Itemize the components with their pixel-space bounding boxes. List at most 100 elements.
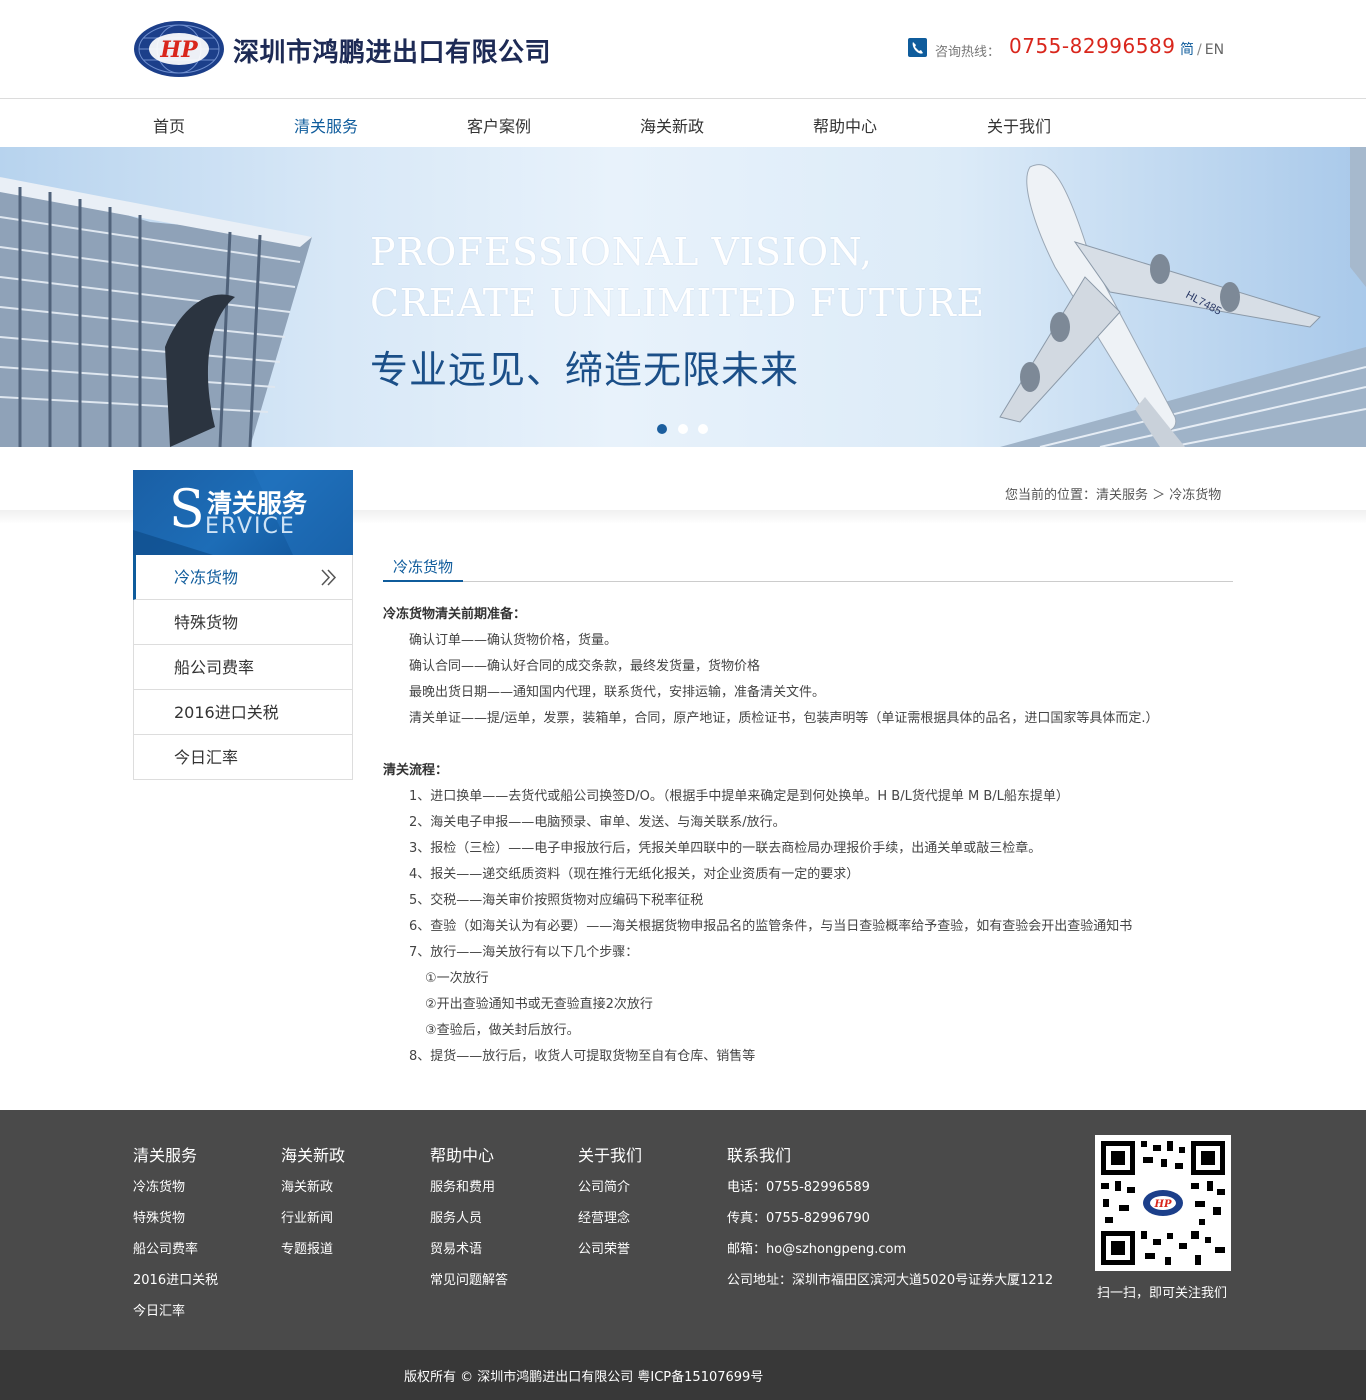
section-heading: 清关流程： (383, 763, 449, 778)
article-line: 清关单证——提/运单，发票，装箱单，合同，原产地证，质检证书，包装声明等（单证需… (409, 711, 1159, 726)
footer-link[interactable]: 冷冻货物 (133, 1176, 218, 1207)
footer-link[interactable]: 公司简介 (578, 1176, 642, 1207)
sidebar-item-special-goods[interactable]: 特殊货物 (134, 600, 352, 645)
footer-link[interactable]: 专题报道 (281, 1238, 345, 1269)
article-title: 冷冻货物 (383, 556, 464, 582)
article-line: 6、查验（如海关认为有必要）——海关根据货物申报品名的监管条件，与当日查验概率给… (409, 919, 1133, 934)
contact-email[interactable]: 邮箱：ho@szhongpeng.com (727, 1238, 1053, 1269)
qr-code-icon: HP (1095, 1135, 1231, 1271)
svg-text:HP: HP (1154, 1199, 1172, 1210)
sidebar-item-import-tariff[interactable]: 2016进口关税 (134, 690, 352, 735)
footer-link[interactable]: 服务和费用 (430, 1176, 508, 1207)
footer-column-title: 帮助中心 (430, 1146, 495, 1165)
article-line: 1、进口换单——去货代或船公司换签D/O。（根据手中提单来确定是到何处换单。H … (409, 789, 1069, 804)
globe-logo-icon: HP (134, 21, 224, 77)
section-heading: 冷冻货物清关前期准备： (383, 607, 527, 622)
lang-chinese-link[interactable]: 简 (1180, 42, 1194, 58)
footer-column-help-center: 帮助中心 服务和费用 服务人员 贸易术语 常见问题解答 (430, 1142, 508, 1300)
footer-column-title: 关于我们 (578, 1146, 643, 1165)
article-line: 确认合同——确认好合同的成交条款，最终发货量，货物价格 (409, 659, 761, 674)
article-line: 确认订单——确认货物价格，货量。 (409, 633, 618, 648)
article-line: 5、交税——海关审价按照货物对应编码下税率征税 (409, 893, 704, 908)
article-line: 4、报关——递交纸质资料（现在推行无纸化报关，对企业资质有一定的要求） (409, 867, 860, 882)
footer-column-customs-policy: 海关新政 海关新政 行业新闻 专题报道 (281, 1142, 345, 1269)
site-header: HP 深圳市鸿鹏进出口有限公司 咨询热线： 0755-82996589 简 / EN (0, 0, 1366, 99)
nav-about-us[interactable]: 关于我们 (987, 113, 1051, 137)
article-line: 8、提货——放行后，收货人可提取货物至自有仓库、销售等 (409, 1049, 756, 1064)
footer-column-title: 海关新政 (281, 1146, 346, 1165)
footer-link[interactable]: 海关新政 (281, 1176, 345, 1207)
carousel-dot-2[interactable] (678, 424, 688, 434)
banner-english-line-1: PROFESSIONAL VISION, (370, 230, 873, 274)
footer-link[interactable]: 经营理念 (578, 1207, 642, 1238)
building-left-image (0, 177, 312, 447)
sidebar-item-label: 今日汇率 (174, 748, 239, 767)
footer-link[interactable]: 贸易术语 (430, 1238, 508, 1269)
footer-link[interactable]: 特殊货物 (133, 1207, 218, 1238)
svg-text:HP: HP (159, 37, 199, 63)
footer-link[interactable]: 船公司费率 (133, 1238, 218, 1269)
sidebar-item-shipping-rates[interactable]: 船公司费率 (134, 645, 352, 690)
main-nav: 首页 清关服务 客户案例 海关新政 帮助中心 关于我们 (0, 100, 1366, 147)
site-logo[interactable]: HP 深圳市鸿鹏进出口有限公司 (133, 20, 593, 80)
copyright-text: 版权所有 © 深圳市鸿鹏进出口有限公司 粤ICP备15107699号 (404, 1370, 764, 1385)
sidebar-header-english: ERVICE (205, 514, 296, 539)
article-sub-step: ②开出查验通知书或无查验直接2次放行 (425, 997, 653, 1012)
footer-link[interactable]: 行业新闻 (281, 1207, 345, 1238)
nav-customs-service[interactable]: 清关服务 (294, 113, 358, 137)
contact-fax: 传真：0755-82996790 (727, 1211, 870, 1226)
sidebar-item-exchange-rate[interactable]: 今日汇率 (134, 735, 352, 780)
sidebar-item-label: 2016进口关税 (174, 703, 279, 722)
article-line: 2、海关电子申报——电脑预录、审单、发送、与海关联系/放行。 (409, 815, 786, 830)
article-sub-step: ①一次放行 (425, 971, 489, 986)
footer-link[interactable]: 服务人员 (430, 1207, 508, 1238)
qr-caption: 扫一扫，即可关注我们 (1097, 1286, 1228, 1301)
breadcrumb: 您当前的位置：清关服务 ＞ 冷冻货物 (1005, 488, 1222, 503)
nav-help-center[interactable]: 帮助中心 (813, 113, 877, 137)
sidebar-item-label: 特殊货物 (174, 613, 239, 632)
article-line: 3、报检（三检）——电子申报放行后，凭报关单四联中的一联去商检局办理报价手续，出… (409, 841, 1042, 856)
banner-english-slogan: PROFESSIONAL VISION, CREATE UNLIMITED FU… (370, 227, 985, 329)
nav-customs-policy[interactable]: 海关新政 (640, 113, 704, 137)
footer-column-title: 清关服务 (133, 1146, 198, 1165)
sidebar-header: S 清关服务 ERVICE (133, 470, 353, 555)
site-footer: 清关服务 冷冻货物 特殊货物 船公司费率 2016进口关税 今日汇率 海关新政 … (0, 1110, 1366, 1350)
article-sub-step: ③查验后，做关封后放行。 (425, 1023, 580, 1038)
sidebar-item-label: 冷冻货物 (174, 568, 239, 587)
footer-column-about-us: 关于我们 公司简介 经营理念 公司荣誉 (578, 1142, 642, 1269)
article-title-bar: 冷冻货物 (383, 556, 1233, 582)
sidebar-header-s: S (169, 480, 205, 540)
carousel-dot-1[interactable] (657, 424, 667, 434)
banner-english-line-2: CREATE UNLIMITED FUTURE (370, 281, 985, 325)
footer-link[interactable]: 今日汇率 (133, 1300, 218, 1331)
copyright-bar: 版权所有 © 深圳市鸿鹏进出口有限公司 粤ICP备15107699号 (0, 1350, 1366, 1400)
hotline-label: 咨询热线： (935, 45, 1001, 60)
article-line: 7、放行——海关放行有以下几个步骤： (409, 945, 639, 960)
language-switch: 简 / EN (1180, 39, 1224, 59)
footer-column-customs-service: 清关服务 冷冻货物 特殊货物 船公司费率 2016进口关税 今日汇率 (133, 1142, 218, 1331)
article-body: 冷冻货物清关前期准备： 确认订单——确认货物价格，货量。 确认合同——确认好合同… (383, 604, 1233, 1072)
hero-banner[interactable]: HL7485 PROFESSIONAL VISION, CREATE UNLIM… (0, 147, 1366, 447)
footer-link[interactable]: 常见问题解答 (430, 1269, 508, 1300)
footer-link[interactable]: 2016进口关税 (133, 1269, 218, 1300)
contact-phone: 电话：0755-82996589 (727, 1180, 870, 1195)
article-line: 最晚出货日期——通知国内代理，联系货代，安排运输，准备清关文件。 (409, 685, 826, 700)
lang-english-link[interactable]: EN (1205, 42, 1224, 58)
sidebar-item-label: 船公司费率 (174, 658, 255, 677)
company-name: 深圳市鸿鹏进出口有限公司 (233, 38, 552, 68)
nav-home[interactable]: 首页 (153, 113, 185, 137)
banner-chinese-slogan: 专业远见、缔造无限未来 (370, 348, 800, 392)
lang-separator: / (1197, 42, 1202, 58)
nav-client-cases[interactable]: 客户案例 (467, 113, 531, 137)
footer-link[interactable]: 公司荣誉 (578, 1238, 642, 1269)
footer-column-contact: 联系我们 电话：0755-82996589 传真：0755-82996790 邮… (727, 1142, 1053, 1300)
sidebar-menu: 冷冻货物 特殊货物 船公司费率 2016进口关税 今日汇率 (133, 555, 353, 780)
phone-icon (908, 38, 927, 57)
sidebar-item-frozen-goods[interactable]: 冷冻货物 (133, 555, 352, 600)
carousel-dot-3[interactable] (698, 424, 708, 434)
contact-address: 公司地址：深圳市福田区滨河大道5020号证券大厦1212 (727, 1273, 1054, 1288)
hotline-number: 0755-82996589 (1009, 34, 1176, 58)
carousel-dots (657, 424, 717, 436)
footer-column-title: 联系我们 (727, 1146, 792, 1165)
